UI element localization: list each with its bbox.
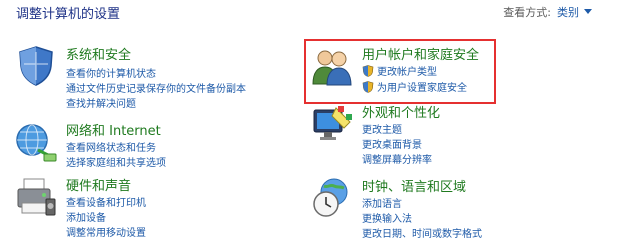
- category-title[interactable]: 外观和个性化: [362, 102, 440, 121]
- category-title[interactable]: 系统和安全: [66, 44, 131, 63]
- network-globe-icon[interactable]: [14, 120, 58, 164]
- link-add-device[interactable]: 添加设备: [66, 209, 106, 224]
- link-homegroup[interactable]: 选择家庭组和共享选项: [66, 154, 166, 169]
- chevron-down-icon[interactable]: [584, 9, 592, 14]
- shield-icon[interactable]: [14, 44, 58, 88]
- link-change-input-method[interactable]: 更换输入法: [362, 210, 412, 225]
- clock-globe-icon[interactable]: [310, 176, 354, 220]
- view-by-dropdown[interactable]: 类别: [557, 6, 579, 19]
- link-file-history[interactable]: 通过文件历史记录保存你的文件备份副本: [66, 80, 246, 95]
- link-view-computer-status[interactable]: 查看你的计算机状态: [66, 65, 156, 80]
- link-screen-resolution[interactable]: 调整屏幕分辨率: [362, 151, 432, 166]
- link-mobility-settings[interactable]: 调整常用移动设置: [66, 224, 146, 239]
- monitor-palette-icon[interactable]: [310, 102, 354, 146]
- link-desktop-background[interactable]: 更改桌面背景: [362, 136, 422, 151]
- category-title[interactable]: 网络和 Internet: [66, 120, 161, 139]
- view-by-label: 查看方式:: [503, 6, 551, 19]
- printer-icon[interactable]: [14, 175, 58, 219]
- category-title[interactable]: 时钟、语言和区域: [362, 176, 466, 195]
- link-change-theme[interactable]: 更改主题: [362, 121, 402, 136]
- page-title: 调整计算机的设置: [16, 7, 121, 22]
- link-troubleshoot[interactable]: 查找并解决问题: [66, 95, 136, 110]
- view-by: 查看方式: 类别: [503, 4, 592, 20]
- link-devices-printers[interactable]: 查看设备和打印机: [66, 194, 146, 209]
- link-add-language[interactable]: 添加语言: [362, 195, 402, 210]
- link-network-status[interactable]: 查看网络状态和任务: [66, 139, 156, 154]
- link-date-time-format[interactable]: 更改日期、时间或数字格式: [362, 225, 482, 240]
- highlight-box: [304, 39, 496, 104]
- category-title[interactable]: 硬件和声音: [66, 175, 131, 194]
